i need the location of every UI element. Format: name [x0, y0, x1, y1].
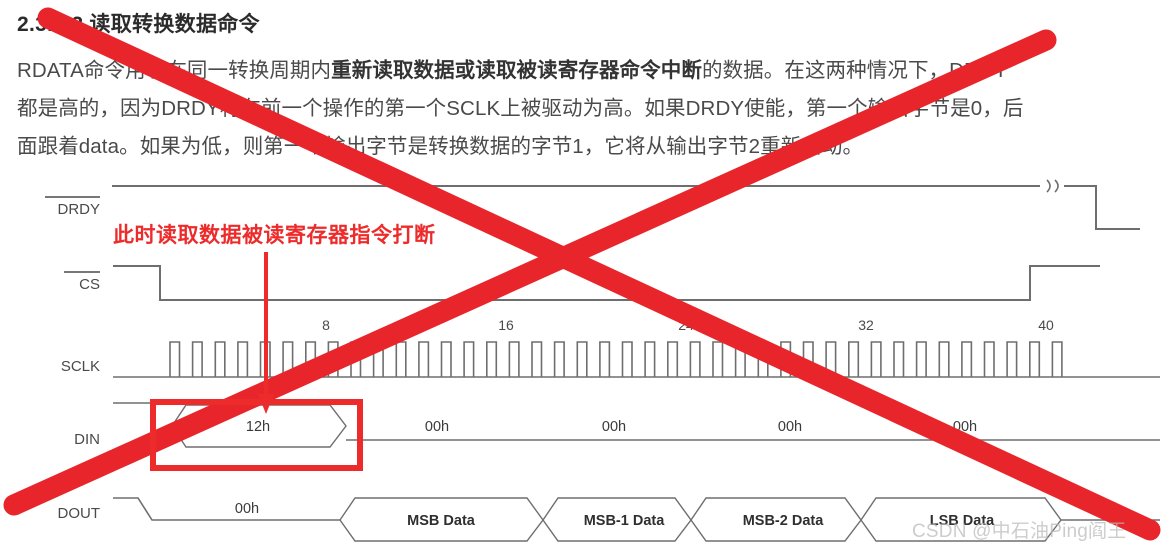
signal-label-din: DIN	[74, 431, 100, 448]
sclk-tick-16: 16	[498, 317, 514, 333]
sclk-tick-40: 40	[1038, 317, 1054, 333]
signal-label-cs: CS	[79, 276, 100, 293]
paragraph-segment: 的数据。在这两种情况下，DRDY	[701, 59, 1008, 82]
dout-value-0: 00h	[235, 501, 259, 517]
watermark: CSDN @中石油Ping阎王	[912, 521, 1127, 542]
annotation-note: 此时读取数据被读寄存器指令打断	[113, 224, 436, 247]
signal-row-din: DIN 12h 00h 00h 00h 00h	[74, 402, 1160, 448]
paragraph-segment: 都是高的，因为DRDY将在前一个操作的第一个SCLK上被驱动为高。如果DRDY使…	[17, 97, 1024, 120]
din-value-0: 12h	[246, 419, 270, 435]
signal-label-dout: DOUT	[58, 505, 101, 522]
paragraph-segment: RDATA命令用于在同一转换周期内	[17, 59, 332, 82]
sclk-tick-24: 24	[678, 317, 694, 333]
dout-value-2: MSB-1 Data	[584, 513, 666, 529]
sclk-tick-32: 32	[858, 317, 874, 333]
paragraph-segment: 面跟着data。如果为低，则第一个输出字节是转换数据的字节1，它将从输出字节2重…	[17, 135, 864, 158]
drdy-break-symbol-icon	[1046, 179, 1059, 193]
dout-value-3: MSB-2 Data	[743, 513, 825, 529]
paragraph-line-3: 面跟着data。如果为低，则第一个输出字节是转换数据的字节1，它将从输出字节2重…	[17, 134, 863, 160]
signal-label-drdy: DRDY	[57, 201, 100, 218]
signal-row-cs: CS	[64, 265, 1100, 301]
paragraph-segment-bold: 重新读取数据或读取被读寄存器命令中断	[331, 59, 702, 82]
sclk-tick-8: 8	[322, 317, 330, 333]
din-value-3: 00h	[778, 419, 802, 435]
dout-lead-line	[113, 497, 340, 521]
cs-waveform	[113, 265, 1100, 301]
din-value-2: 00h	[602, 419, 626, 435]
paragraph-line-2: 都是高的，因为DRDY将在前一个操作的第一个SCLK上被驱动为高。如果DRDY使…	[17, 96, 1023, 122]
sclk-pulse	[169, 341, 1063, 377]
signal-row-sclk: SCLK 8 16 24 32 40	[61, 317, 1160, 378]
din-value-1: 00h	[425, 419, 449, 435]
sclk-pulse-train	[169, 341, 1063, 377]
page-title: 2.3.5.2 读取转换数据命令	[17, 13, 260, 36]
signal-label-sclk: SCLK	[61, 358, 100, 375]
dout-value-1: MSB Data	[407, 513, 476, 529]
din-value-4: 00h	[953, 419, 977, 435]
drdy-waveform-fall	[1064, 185, 1140, 230]
paragraph-line-1: RDATA命令用于在同一转换周期内重新读取数据或读取被读寄存器命令中断的数据。在…	[17, 58, 1008, 84]
